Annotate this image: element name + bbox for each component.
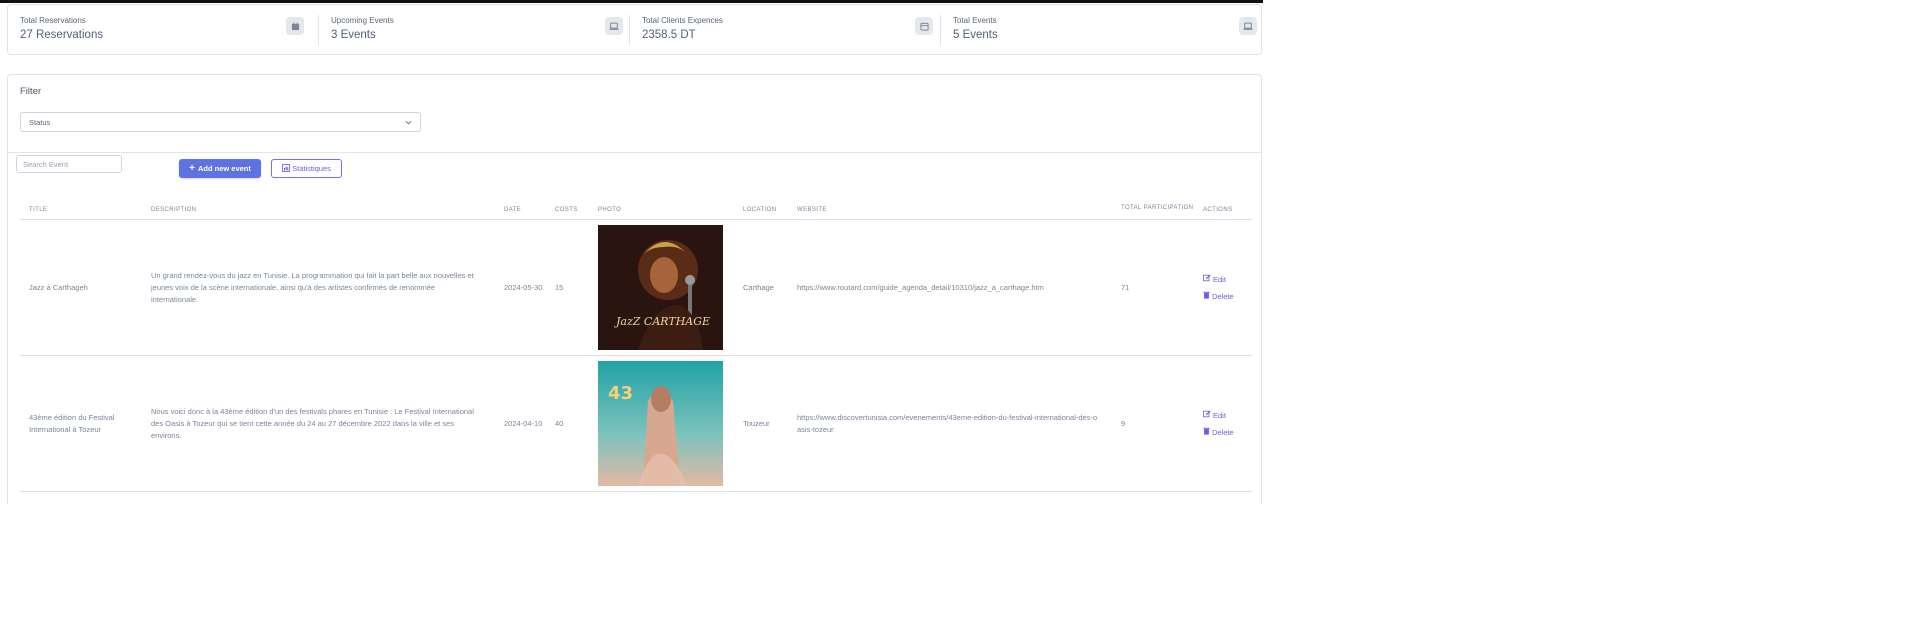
delete-label: Delete — [1212, 291, 1234, 301]
cell-participation: 71 — [1112, 219, 1194, 356]
cell-costs: 40 — [546, 355, 589, 492]
search-input[interactable] — [16, 155, 122, 173]
header-description: DESCRIPTION — [142, 183, 495, 220]
cell-photo: JazZ CARTHAGE — [589, 219, 734, 356]
stat-label: Total Events — [953, 16, 997, 25]
cell-title: 43ème édition du Festival International … — [20, 355, 142, 492]
stat-clients-expences: Total Clients Expences 2358.5 DT — [630, 5, 941, 56]
cell-website: https://www.discovertunisia.com/evenemen… — [788, 355, 1112, 492]
calendar-icon — [915, 17, 933, 35]
event-photo: 43 — [598, 361, 723, 486]
cell-participation: 9 — [1112, 355, 1194, 492]
header-website: WEBSITE — [788, 183, 1112, 220]
cell-photo: 43 — [589, 355, 734, 492]
header-photo: PHOTO — [589, 183, 734, 220]
edit-button[interactable]: Edit — [1203, 271, 1252, 288]
header-costs: COSTS — [546, 183, 589, 220]
laptop-icon — [1239, 17, 1257, 35]
status-select[interactable]: Status — [20, 112, 421, 132]
add-event-label: Add new event — [197, 164, 251, 173]
stat-label: Upcoming Events — [331, 16, 394, 25]
trash-icon — [1203, 288, 1210, 305]
cell-costs: 15 — [546, 219, 589, 356]
statistiques-label: Statistiques — [292, 164, 331, 173]
edit-icon — [1203, 407, 1211, 424]
laptop-icon — [605, 17, 623, 35]
delete-label: Delete — [1212, 427, 1234, 437]
header-location: LOCATION — [734, 183, 788, 220]
filter-divider — [7, 152, 1262, 153]
events-table: TITLE DESCRIPTION DATE COSTS PHOTO LOCAT… — [20, 183, 1252, 492]
calendar-icon — [286, 17, 304, 35]
header-title: TITLE — [20, 183, 142, 220]
header-date: DATE — [495, 183, 546, 220]
stat-upcoming-events: Upcoming Events 3 Events — [319, 5, 630, 56]
edit-button[interactable]: Edit — [1203, 407, 1252, 424]
header-participation: TOTAL PARTICIPATION — [1112, 183, 1194, 220]
cell-description: Un grand rendez-vous du jazz en Tunisie.… — [142, 219, 495, 356]
stat-value: 27 Reservations — [20, 29, 104, 41]
edit-label: Edit — [1213, 410, 1226, 420]
cell-date: 2024-04-10 — [495, 355, 546, 492]
table-header-row: TITLE DESCRIPTION DATE COSTS PHOTO LOCAT… — [20, 183, 1252, 220]
stat-value: 5 Events — [953, 29, 998, 41]
add-event-button[interactable]: + Add new event — [179, 159, 261, 178]
cell-actions: Edit Delete — [1194, 355, 1252, 492]
cell-location: Carthage — [734, 219, 788, 356]
trash-icon — [1203, 424, 1210, 441]
event-photo: JazZ CARTHAGE — [598, 225, 723, 350]
delete-button[interactable]: Delete — [1203, 288, 1252, 305]
poster-title: 43 — [608, 383, 633, 404]
cell-location: Touzeur — [734, 355, 788, 492]
cell-title: Jazz à Carthageh — [20, 219, 142, 356]
stat-value: 2358.5 DT — [642, 29, 696, 41]
delete-button[interactable]: Delete — [1203, 424, 1252, 441]
edit-icon — [1203, 271, 1211, 288]
filter-title: Filter — [20, 86, 42, 97]
chevron-down-icon — [405, 118, 412, 127]
cell-date: 2024-05-30 — [495, 219, 546, 356]
stat-value: 3 Events — [331, 29, 376, 41]
cell-website: https://www.routard.com/guide_agenda_det… — [788, 219, 1112, 356]
table-row: 43ème édition du Festival International … — [20, 355, 1252, 492]
chart-icon — [282, 163, 291, 174]
cell-actions: Edit Delete — [1194, 219, 1252, 356]
status-select-value: Status — [29, 117, 51, 127]
header-actions: ACTIONS — [1194, 183, 1252, 220]
stat-total-events: Total Events 5 Events — [941, 5, 1261, 56]
statistiques-button[interactable]: Statistiques — [271, 159, 342, 178]
plus-icon: + — [189, 162, 195, 174]
top-navbar-strip — [0, 0, 1263, 3]
stats-card: Total Reservations 27 Reservations Upcom… — [7, 4, 1262, 55]
edit-label: Edit — [1213, 274, 1226, 284]
stat-label: Total Reservations — [20, 16, 86, 25]
stat-label: Total Clients Expences — [642, 16, 723, 25]
table-row: Jazz à Carthageh Un grand rendez-vous du… — [20, 219, 1252, 356]
stat-total-reservations: Total Reservations 27 Reservations — [8, 5, 319, 56]
cell-description: Nous voici donc à la 43ème édition d'un … — [142, 355, 495, 492]
poster-title: JazZ CARTHAGE — [614, 315, 710, 328]
